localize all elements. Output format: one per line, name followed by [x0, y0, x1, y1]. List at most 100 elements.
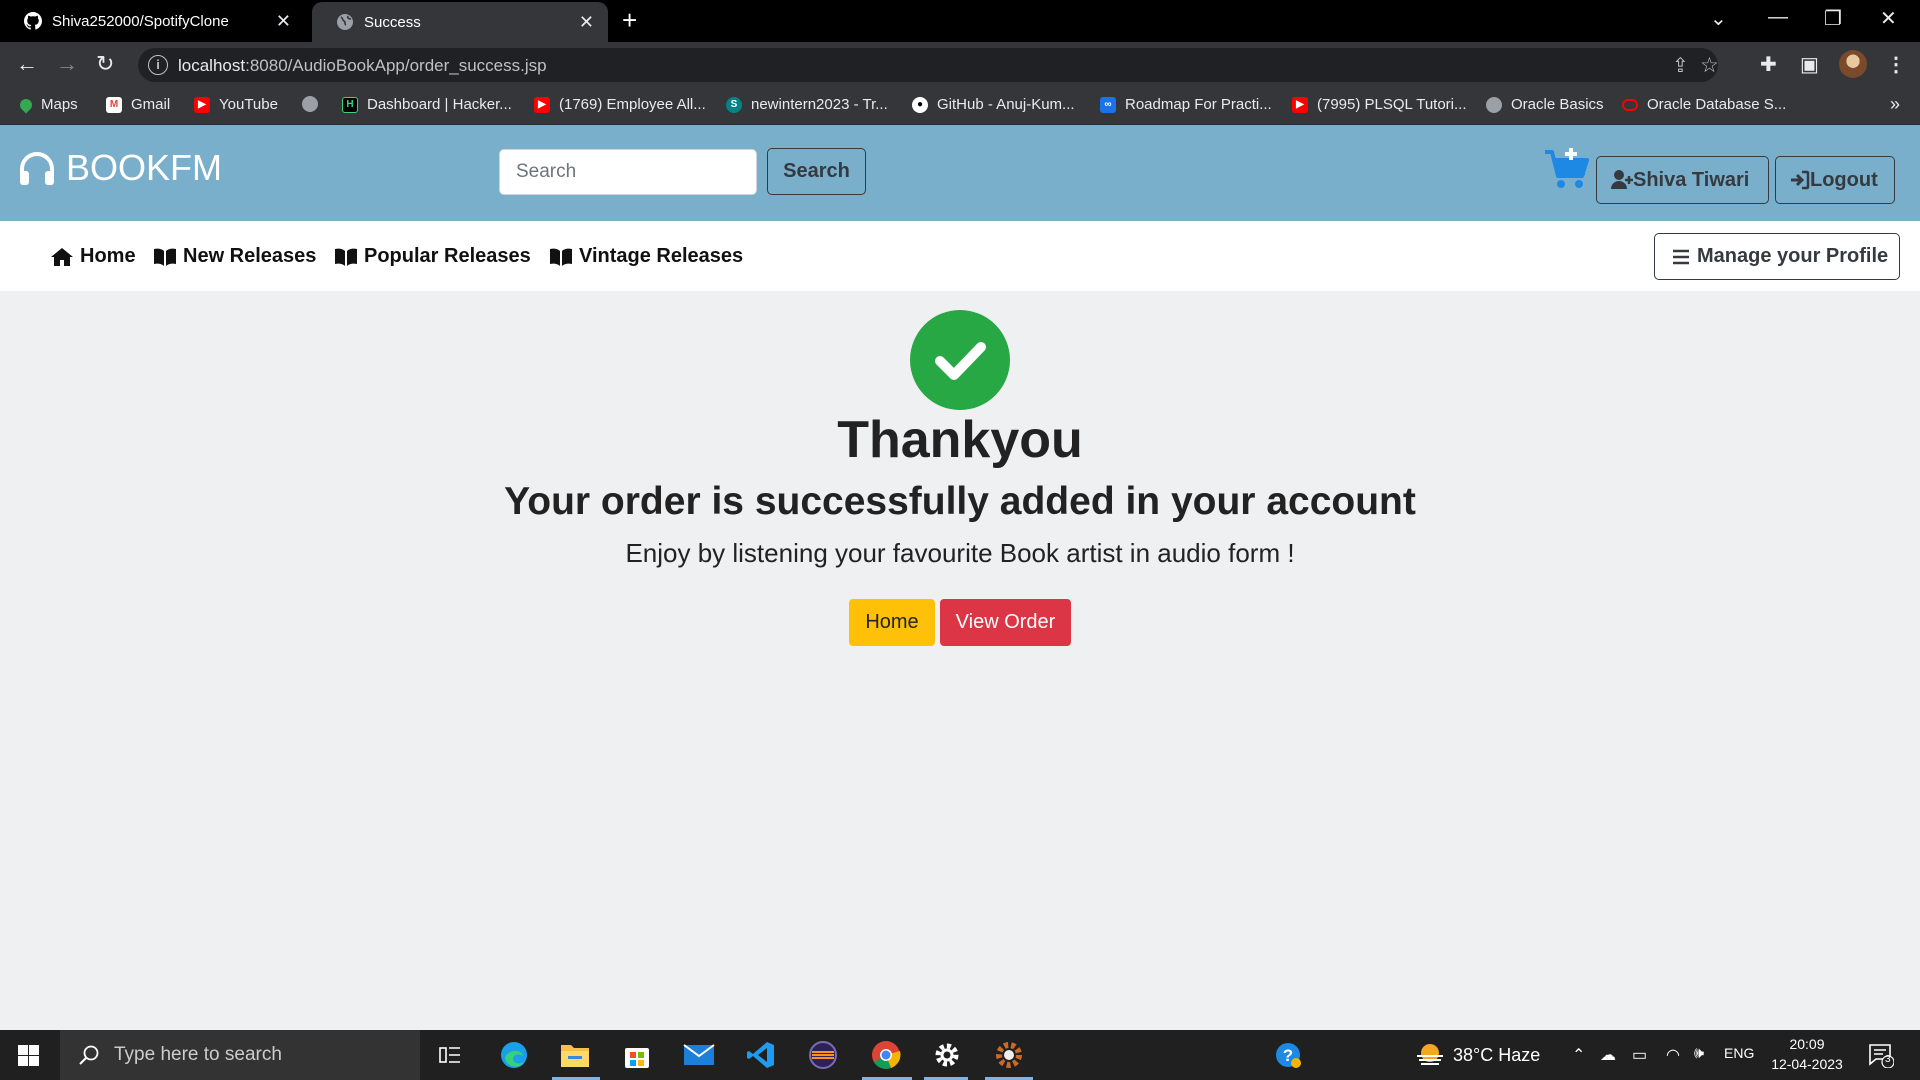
volume-icon[interactable]: 🕪 — [1694, 1045, 1704, 1063]
bookmark-item[interactable]: Oracle Basics — [1486, 96, 1604, 113]
bookmark-item[interactable]: S newintern2023 - Tr... — [726, 96, 888, 113]
success-check-icon — [910, 310, 1010, 410]
nav-label: Popular Releases — [364, 245, 531, 267]
task-view-icon[interactable] — [434, 1039, 466, 1071]
help-icon[interactable]: ? — [1272, 1039, 1304, 1071]
menu-kebab-icon[interactable]: ⋮ — [1886, 52, 1906, 77]
bookmark-label: Roadmap For Practi... — [1125, 96, 1272, 113]
new-tab-icon[interactable]: + — [622, 5, 637, 36]
search-button[interactable]: Search — [767, 148, 866, 195]
bookmark-label: Oracle Database S... — [1647, 96, 1787, 113]
nav-item-home[interactable]: Home — [50, 245, 136, 268]
eclipse-icon[interactable] — [807, 1039, 839, 1071]
reload-icon[interactable]: ↻ — [96, 51, 114, 77]
side-panel-icon[interactable]: ▣ — [1800, 52, 1819, 77]
show-hidden-icons-icon[interactable]: ⌃ — [1572, 1045, 1585, 1065]
input-language[interactable]: ENG — [1724, 1045, 1754, 1061]
clock[interactable]: 20:09 12-04-2023 — [1770, 1034, 1844, 1074]
vscode-icon[interactable] — [745, 1039, 777, 1071]
bookmark-item[interactable] — [302, 96, 327, 112]
cart-icon[interactable] — [1543, 146, 1591, 195]
bookmark-star-icon[interactable]: ☆ — [1700, 53, 1719, 78]
home-button[interactable]: Home — [849, 599, 935, 646]
site-header: BOOKFM Search Shiva Tiwari Logout — [0, 125, 1920, 221]
browser-tab-github[interactable]: Shiva252000/SpotifyClone ✕ — [0, 0, 305, 42]
taskbar-search-box[interactable]: Type here to search — [60, 1030, 420, 1080]
bookmark-label: Maps — [41, 96, 78, 113]
file-explorer-icon[interactable] — [559, 1039, 591, 1071]
haze-weather-icon — [1417, 1044, 1443, 1065]
user-name: Shiva Tiwari — [1633, 168, 1750, 191]
infinity-icon: ∞ — [1100, 96, 1116, 113]
more-bookmarks-icon[interactable]: » — [1890, 94, 1900, 115]
brand-logo[interactable]: BOOKFM — [18, 147, 222, 189]
logout-button[interactable]: Logout — [1775, 156, 1895, 204]
close-window-icon[interactable]: ✕ — [1880, 6, 1897, 31]
restore-icon[interactable]: ❐ — [1824, 6, 1842, 31]
nav-item-new-releases[interactable]: New Releases — [153, 245, 316, 268]
maps-icon — [17, 96, 35, 113]
bookmark-item[interactable]: Maps — [17, 96, 78, 113]
bookmark-item[interactable]: Oracle Database S... — [1622, 96, 1786, 113]
notification-count: 3 — [1885, 1054, 1891, 1065]
user-profile-button[interactable]: Shiva Tiwari — [1596, 156, 1769, 204]
weather-text: 38°C Haze — [1453, 1044, 1541, 1065]
bookmark-item[interactable]: ∞ Roadmap For Practi... — [1100, 96, 1272, 113]
minimize-icon[interactable]: — — [1768, 6, 1788, 29]
back-icon[interactable]: ← — [16, 51, 38, 77]
notification-center-icon[interactable]: 3 — [1868, 1042, 1895, 1069]
manage-profile-button[interactable]: Manage your Profile — [1654, 233, 1900, 280]
onedrive-icon[interactable]: ☁ — [1600, 1045, 1616, 1065]
github-icon: ● — [912, 96, 928, 113]
youtube-icon: ▶ — [194, 96, 210, 113]
bookmark-item[interactable]: ● GitHub - Anuj-Kum... — [912, 96, 1075, 113]
windows-taskbar: Type here to search ? 38°C Haze ⌃ ☁ ▭ ◠ — [0, 1030, 1920, 1080]
bookmark-label: Oracle Basics — [1511, 96, 1604, 113]
battery-icon[interactable]: ▭ — [1632, 1045, 1647, 1065]
bookmark-item[interactable]: M Gmail — [106, 96, 170, 113]
globe-icon — [337, 14, 353, 30]
tab-search-icon[interactable]: ⌄ — [1710, 6, 1727, 31]
url-path: :8080/AudioBookApp/order_success.jsp — [245, 56, 547, 75]
app-gear-icon[interactable] — [993, 1039, 1025, 1071]
site-info-icon[interactable]: i — [148, 55, 168, 75]
bookmark-label: (1769) Employee All... — [559, 96, 706, 113]
windows-start-icon[interactable] — [18, 1045, 39, 1066]
nav-item-popular-releases[interactable]: Popular Releases — [334, 245, 531, 268]
mail-icon[interactable] — [683, 1039, 715, 1071]
github-icon — [24, 12, 42, 30]
chrome-icon[interactable] — [870, 1039, 902, 1071]
sharepoint-icon: S — [726, 96, 742, 113]
hamburger-icon — [1673, 249, 1689, 264]
microsoft-store-icon[interactable] — [621, 1039, 653, 1071]
tab-title: Success — [364, 13, 421, 31]
bookmark-item[interactable]: ▶ (1769) Employee All... — [534, 96, 706, 113]
bookmark-item[interactable]: ▶ (7995) PLSQL Tutori... — [1292, 96, 1467, 113]
view-order-button[interactable]: View Order — [940, 599, 1071, 646]
bookmark-item[interactable]: ▶ YouTube — [194, 96, 278, 113]
wifi-icon[interactable]: ◠ — [1666, 1045, 1680, 1065]
browser-tab-success[interactable]: Success ✕ — [312, 2, 608, 42]
tab-title: Shiva252000/SpotifyClone — [52, 12, 229, 30]
address-bar[interactable]: i localhost:8080/AudioBookApp/order_succ… — [138, 48, 1719, 82]
url-text[interactable]: localhost:8080/AudioBookApp/order_succes… — [178, 56, 547, 76]
close-tab-icon[interactable]: ✕ — [579, 12, 594, 33]
profile-avatar[interactable] — [1839, 50, 1867, 78]
bookmark-label: YouTube — [219, 96, 278, 113]
bookmark-label: newintern2023 - Tr... — [751, 96, 888, 113]
edge-icon[interactable] — [498, 1039, 530, 1071]
bookmark-label: GitHub - Anuj-Kum... — [937, 96, 1075, 113]
bookmarks-bar: Maps M Gmail ▶ YouTube H Dashboard | Hac… — [0, 88, 1920, 125]
bookmark-item[interactable]: H Dashboard | Hacker... — [342, 96, 512, 113]
browser-toolbar: ← → ↻ i localhost:8080/AudioBookApp/orde… — [0, 42, 1920, 88]
search-input[interactable] — [499, 149, 757, 195]
extensions-icon[interactable]: ✚ — [1760, 52, 1777, 77]
forward-icon[interactable]: → — [56, 51, 78, 77]
settings-gear-icon[interactable] — [931, 1039, 963, 1071]
share-icon[interactable]: ⇪ — [1672, 53, 1689, 78]
close-tab-icon[interactable]: ✕ — [276, 11, 291, 32]
book-icon — [335, 248, 357, 266]
nav-item-vintage-releases[interactable]: Vintage Releases — [549, 245, 743, 268]
clock-date: 12-04-2023 — [1771, 1056, 1843, 1072]
weather-widget[interactable]: 38°C Haze — [1415, 1042, 1540, 1068]
